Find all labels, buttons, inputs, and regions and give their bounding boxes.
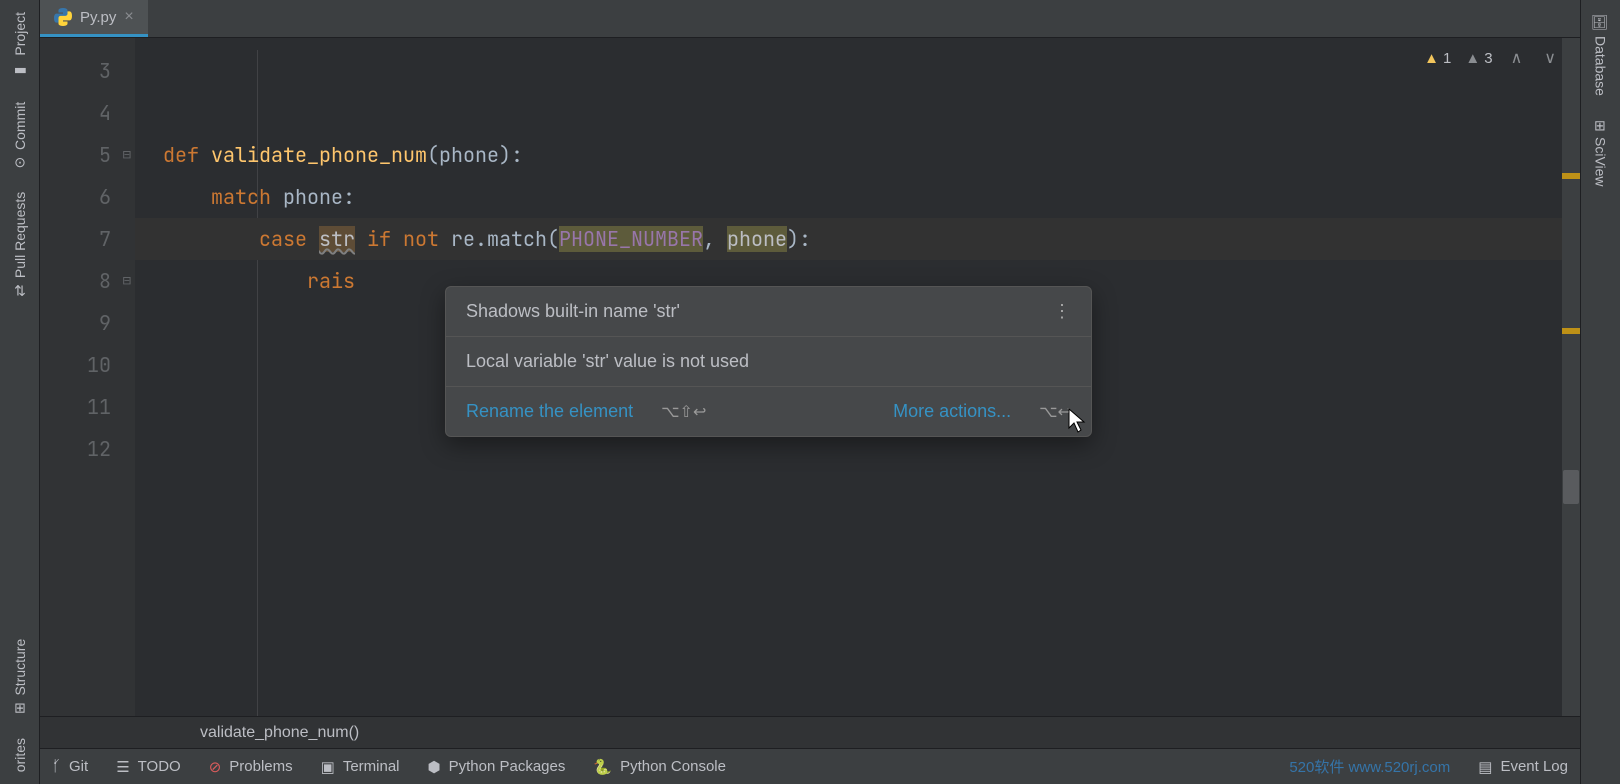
breadcrumb-bar: validate_phone_num()	[40, 716, 1580, 748]
code-line: def validate_phone_num(phone):	[135, 134, 1580, 176]
todo-icon: ☰	[116, 758, 129, 776]
sidebar-item-sciview[interactable]: ⊞ SciView	[1593, 108, 1609, 199]
popup-more-icon[interactable]: ⋮	[1053, 301, 1071, 322]
sidebar-label-database: Database	[1593, 36, 1609, 96]
bottom-label: TODO	[138, 758, 181, 775]
left-tool-sidebar: ▮ Project ⊙ Commit ⇅ Pull Requests ⊞ Str…	[0, 0, 40, 784]
bottom-label: Problems	[229, 758, 292, 775]
close-tab-icon[interactable]: ×	[124, 8, 133, 26]
sidebar-item-commit[interactable]: ⊙ Commit	[12, 90, 28, 180]
popup-message-row: Shadows built-in name 'str' ⋮	[446, 287, 1091, 337]
shortcut-hint: ⌥↩	[1039, 402, 1071, 422]
sidebar-item-pull-requests[interactable]: ⇅ Pull Requests	[12, 180, 28, 308]
code-line	[135, 92, 1580, 134]
bottom-item-packages[interactable]: ⬢ Python Packages	[428, 758, 566, 776]
problems-icon: ⊘	[209, 758, 222, 776]
popup-message: Shadows built-in name 'str'	[466, 301, 680, 322]
line-gutter: 3 4 5⊟ 6 7 8⊟ 9 10 11 12	[40, 38, 135, 716]
bottom-label: Python Packages	[449, 758, 566, 775]
tab-py-py[interactable]: Py.py ×	[40, 0, 148, 37]
line-number: 12	[40, 428, 135, 470]
scroll-marker-warning[interactable]	[1562, 328, 1580, 334]
line-number: 6	[40, 176, 135, 218]
git-branch-icon: ᚶ	[52, 758, 61, 775]
sidebar-label-sciview: SciView	[1593, 137, 1609, 187]
inspection-widget[interactable]: ▲ 1 ▲ 3 ∧ ∨	[1424, 48, 1560, 68]
sidebar-label-commit: Commit	[12, 102, 28, 150]
sidebar-label-favorites: orites	[12, 738, 28, 772]
bottom-item-console[interactable]: 🐍 Python Console	[593, 758, 726, 776]
sidebar-label-project: Project	[12, 12, 28, 56]
bottom-label: Python Console	[620, 758, 726, 775]
python-console-icon: 🐍	[593, 758, 612, 776]
structure-icon: ⊞	[14, 700, 26, 716]
bottom-item-event-log[interactable]: ▤ Event Log	[1478, 758, 1568, 776]
warning-count[interactable]: ▲ 1	[1424, 50, 1451, 67]
popup-message: Local variable 'str' value is not used	[466, 351, 749, 372]
bottom-label: Event Log	[1500, 758, 1568, 775]
bottom-label: Git	[69, 758, 88, 775]
warning-count-value: 1	[1443, 50, 1451, 67]
inspection-next-icon[interactable]: ∨	[1540, 48, 1560, 68]
pull-request-icon: ⇅	[14, 282, 26, 298]
editor-tabs: Py.py ×	[40, 0, 1580, 38]
warning-icon: ▲	[1424, 50, 1439, 67]
bottom-label: Terminal	[343, 758, 400, 775]
commit-icon: ⊙	[14, 154, 26, 170]
inspection-popup: Shadows built-in name 'str' ⋮ Local vari…	[445, 286, 1092, 437]
fold-icon[interactable]: ⊟	[123, 260, 131, 302]
folder-icon: ▮	[12, 62, 28, 78]
line-number: 7	[40, 218, 135, 260]
sidebar-label-structure: Structure	[12, 639, 28, 696]
popup-actions: Rename the element ⌥⇧↩ More actions... ⌥…	[446, 386, 1091, 436]
bottom-item-terminal[interactable]: ▣ Terminal	[321, 758, 400, 776]
right-tool-sidebar: 🗄 Database ⊞ SciView	[1580, 0, 1620, 784]
scroll-marker-warning[interactable]	[1562, 173, 1580, 179]
bottom-item-problems[interactable]: ⊘ Problems	[209, 758, 293, 776]
line-number: 5⊟	[40, 134, 135, 176]
tab-filename: Py.py	[80, 9, 116, 26]
sidebar-item-favorites[interactable]: orites	[12, 726, 28, 784]
bottom-tool-bar: ᚶ Git ☰ TODO ⊘ Problems ▣ Terminal ⬢ Pyt…	[40, 748, 1580, 784]
ide-root: ▮ Project ⊙ Commit ⇅ Pull Requests ⊞ Str…	[0, 0, 1620, 784]
code-line	[135, 50, 1580, 92]
breadcrumb-item[interactable]: validate_phone_num()	[200, 724, 359, 742]
weak-warning-count-value: 3	[1484, 50, 1492, 67]
line-number: 11	[40, 386, 135, 428]
event-log-icon: ▤	[1478, 758, 1492, 776]
weak-warning-icon: ▲	[1465, 50, 1480, 67]
weak-warning-count[interactable]: ▲ 3	[1465, 50, 1492, 67]
line-number: 3	[40, 50, 135, 92]
sidebar-item-database[interactable]: 🗄 Database	[1593, 0, 1609, 108]
editor[interactable]: 3 4 5⊟ 6 7 8⊟ 9 10 11 12 def validate_ph…	[40, 38, 1580, 716]
terminal-icon: ▣	[321, 758, 335, 776]
sidebar-item-structure[interactable]: ⊞ Structure	[12, 627, 28, 726]
editor-scrollbar[interactable]	[1562, 38, 1580, 716]
popup-message-row: Local variable 'str' value is not used	[446, 337, 1091, 386]
main-editor-area: Py.py × 3 4 5⊟ 6 7 8⊟ 9 10 11 12 def	[40, 0, 1580, 784]
line-number: 8⊟	[40, 260, 135, 302]
code-line: match phone:	[135, 176, 1580, 218]
fold-icon[interactable]: ⊟	[123, 134, 131, 176]
rename-element-link[interactable]: Rename the element	[466, 401, 633, 422]
inspection-prev-icon[interactable]: ∧	[1507, 48, 1527, 68]
bottom-item-todo[interactable]: ☰ TODO	[116, 758, 181, 776]
packages-icon: ⬢	[428, 758, 441, 776]
line-number: 9	[40, 302, 135, 344]
database-icon: 🗄	[1593, 12, 1609, 30]
code-line-highlighted: case str if not re.match(PHONE_NUMBER, p…	[135, 218, 1580, 260]
shortcut-hint: ⌥⇧↩	[661, 402, 706, 422]
python-file-icon	[54, 8, 72, 26]
sciview-icon: ⊞	[1593, 120, 1609, 132]
sidebar-label-pull-requests: Pull Requests	[12, 192, 28, 278]
line-number: 4	[40, 92, 135, 134]
watermark-text: 520软件 www.520rj.com	[1289, 756, 1450, 777]
scroll-thumb[interactable]	[1563, 470, 1579, 504]
more-actions-link[interactable]: More actions...	[893, 401, 1011, 422]
sidebar-item-project[interactable]: ▮ Project	[12, 0, 28, 90]
line-number: 10	[40, 344, 135, 386]
bottom-item-git[interactable]: ᚶ Git	[52, 758, 88, 775]
